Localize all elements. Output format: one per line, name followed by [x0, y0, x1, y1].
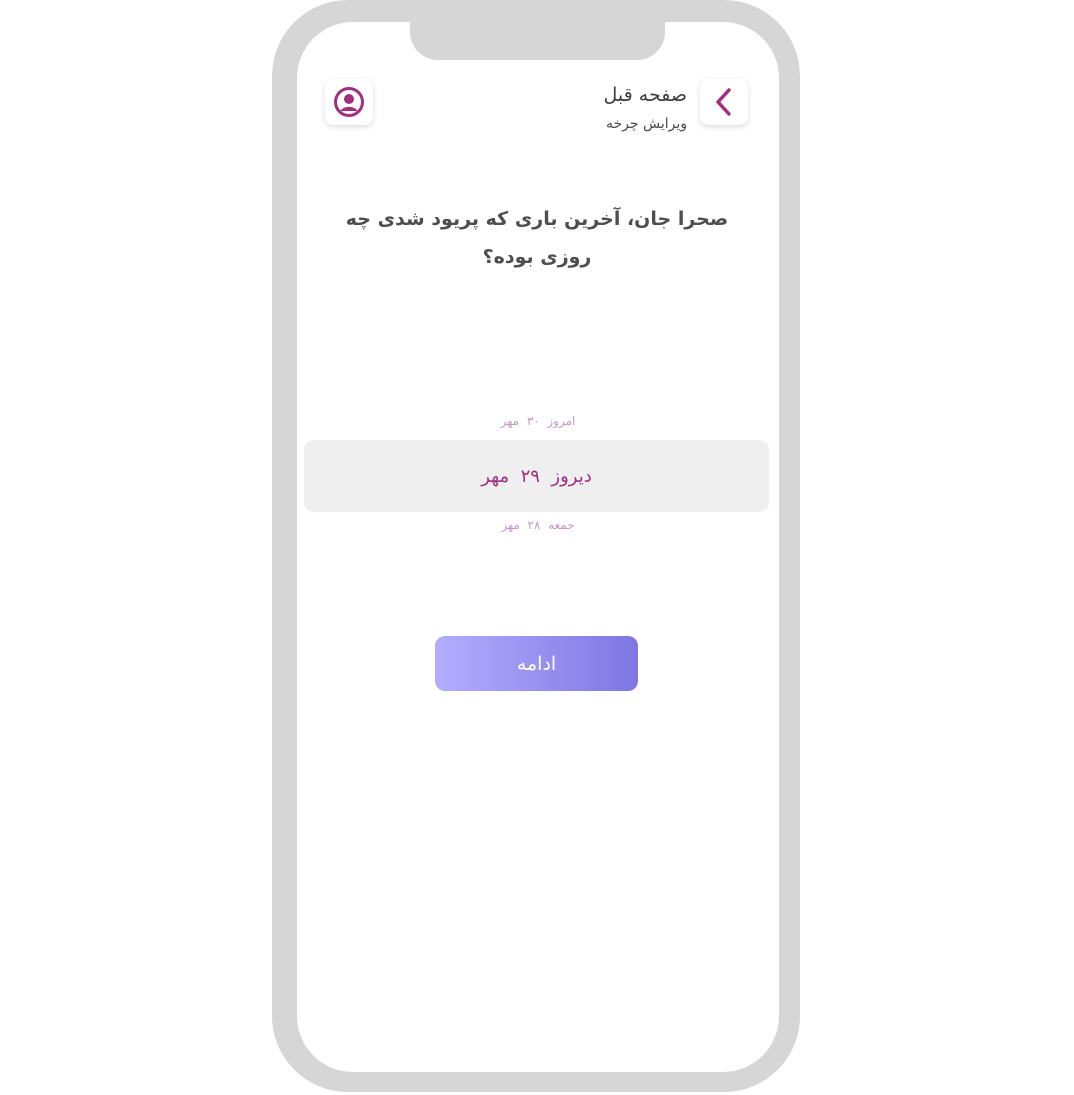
date-option-previous[interactable]: امروز ۳۰ مهر	[297, 414, 779, 428]
date-option-selected[interactable]: دیروز ۲۹ مهر	[304, 440, 769, 512]
page-subtitle: ویرایش چرخه	[605, 116, 687, 132]
question-text: صحرا جان، آخرین باری که پریود شدی چه روز…	[345, 208, 729, 268]
selected-date-label: دیروز ۲۹ مهر	[481, 465, 592, 487]
continue-button[interactable]: ادامه	[435, 636, 638, 691]
back-button[interactable]	[700, 79, 748, 125]
continue-label: ادامه	[516, 652, 557, 675]
page-header: صفحه قبل ویرایش چرخه	[604, 80, 687, 136]
page-title: صفحه قبل	[603, 84, 687, 106]
chevron-left-icon	[716, 88, 731, 116]
profile-button[interactable]	[325, 79, 373, 125]
phone-screen: صفحه قبل ویرایش چرخه صحرا جان، آخرین بار…	[297, 22, 779, 1072]
date-option-next[interactable]: جمعه ۲۸ مهر	[297, 518, 779, 532]
phone-notch	[410, 22, 665, 60]
user-circle-icon	[334, 87, 364, 117]
